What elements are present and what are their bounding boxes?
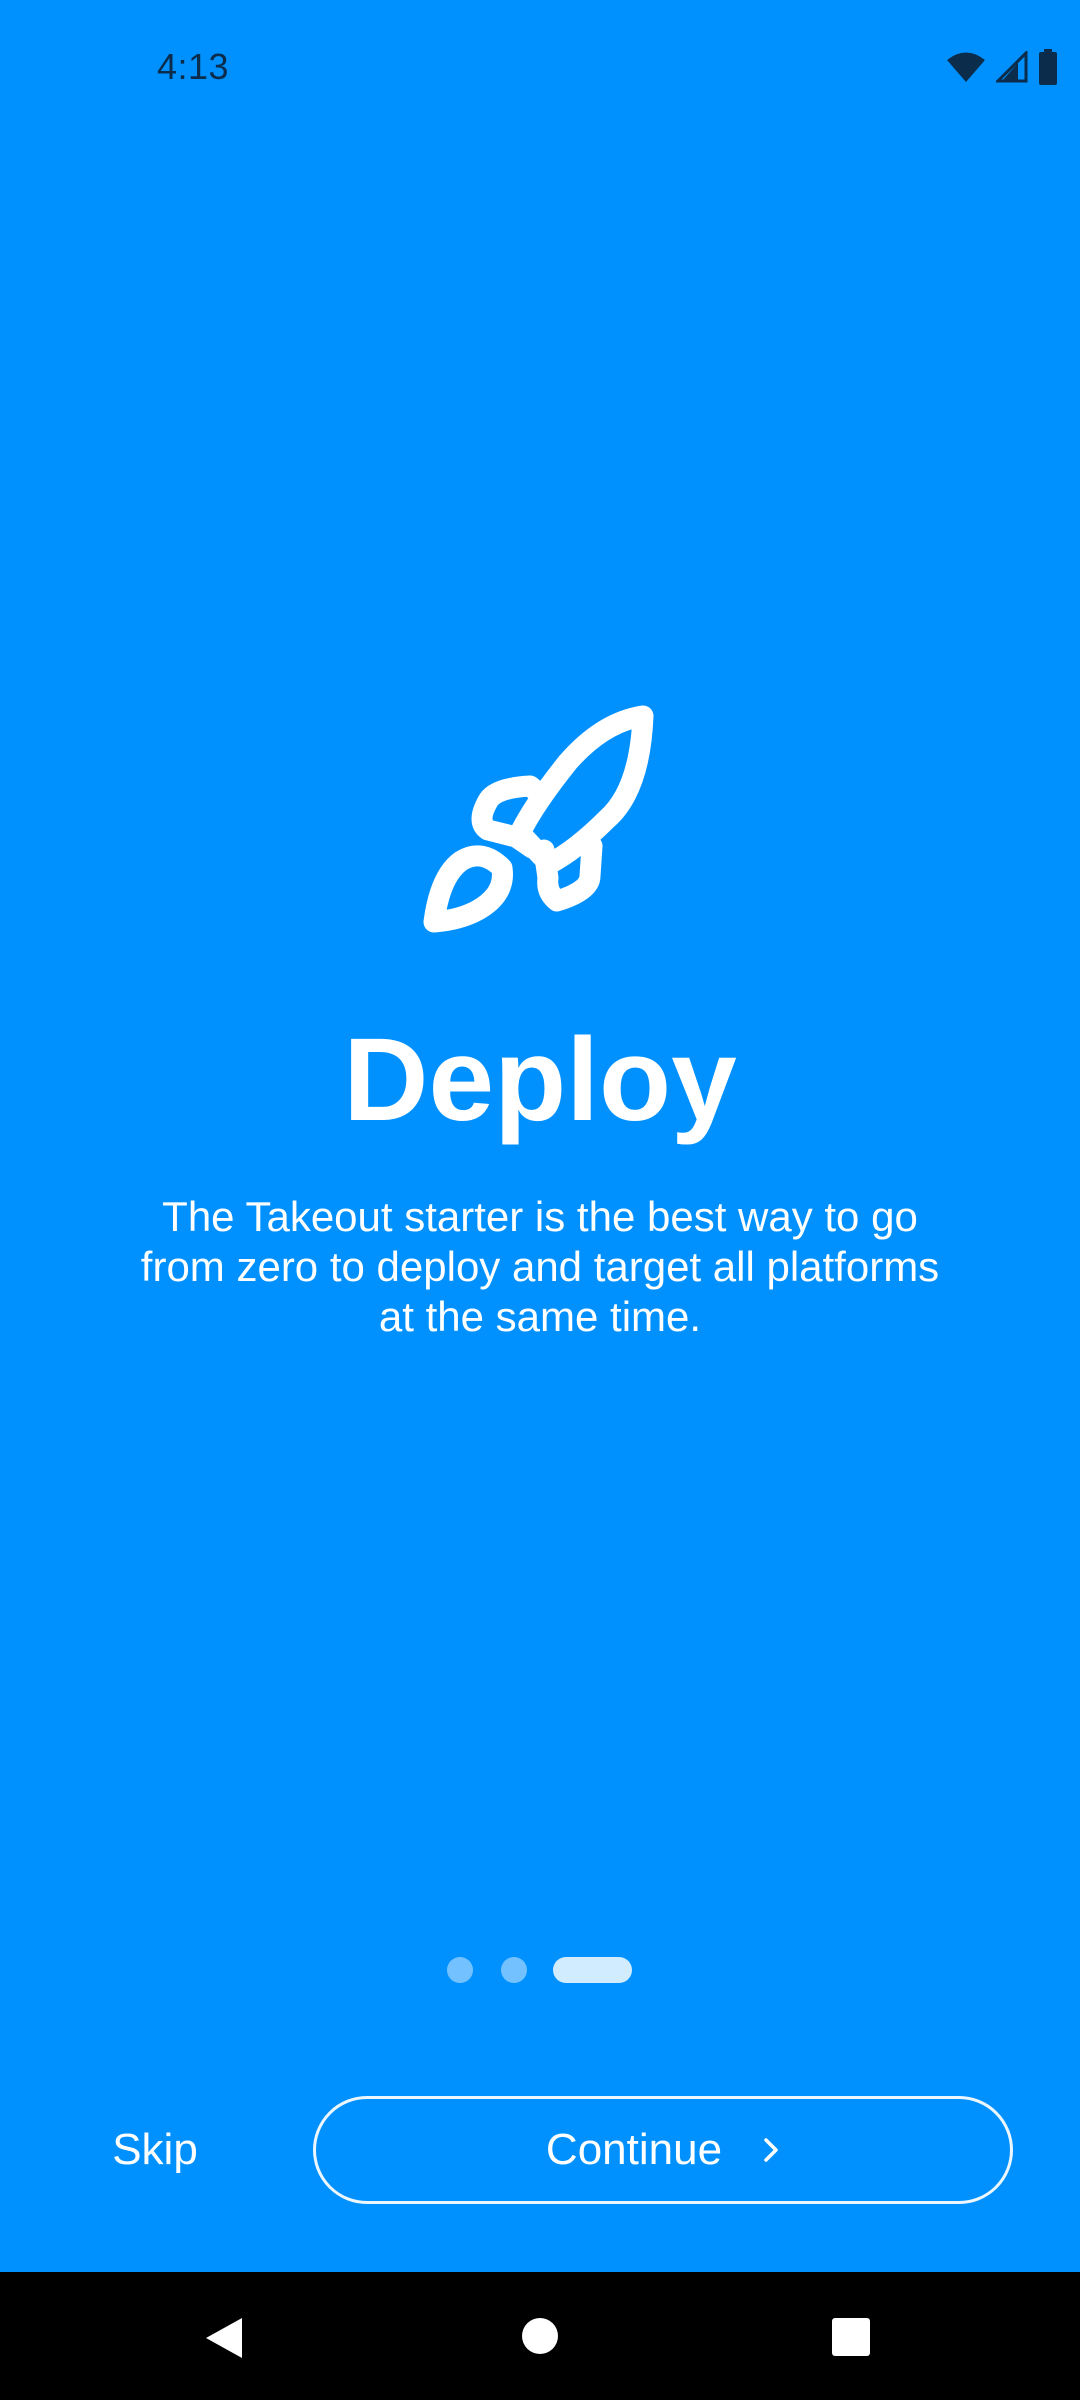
page-dot-3-active[interactable] xyxy=(553,1957,632,1983)
battery-icon xyxy=(1038,49,1058,85)
cellular-signal-icon xyxy=(996,51,1028,83)
status-time: 4:13 xyxy=(157,46,230,87)
back-icon[interactable] xyxy=(204,2316,244,2365)
status-icons xyxy=(946,48,1058,86)
status-bar: 4:13 xyxy=(0,0,1080,136)
home-icon[interactable] xyxy=(521,2317,559,2360)
chevron-right-icon xyxy=(762,2136,780,2164)
wifi-icon xyxy=(946,51,986,83)
onboarding-title: Deploy xyxy=(343,1014,737,1146)
rocket-icon xyxy=(420,700,660,940)
page-dot-2[interactable] xyxy=(501,1957,527,1983)
system-navigation-bar xyxy=(0,2272,1080,2400)
onboarding-description: The Takeout starter is the best way to g… xyxy=(140,1193,940,1340)
continue-button[interactable]: Continue xyxy=(313,2096,1013,2204)
onboarding-screen: 4:13 Deploy The Takeout starter is the b… xyxy=(0,0,1080,2272)
recents-icon[interactable] xyxy=(831,2317,871,2362)
page-indicator xyxy=(0,1957,1080,1983)
continue-label: Continue xyxy=(545,2125,723,2174)
skip-button[interactable]: Skip xyxy=(90,2118,220,2182)
page-dot-1[interactable] xyxy=(447,1957,473,1983)
